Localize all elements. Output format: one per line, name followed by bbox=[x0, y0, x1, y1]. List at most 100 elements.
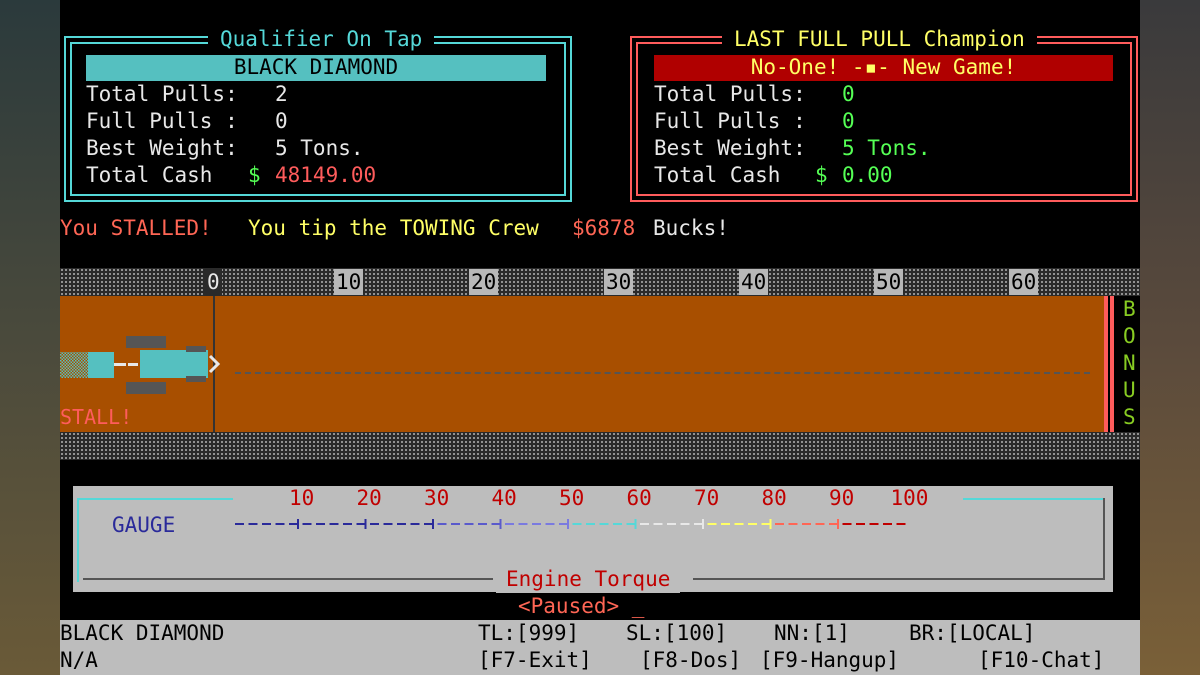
gauge-scale-number: 100 bbox=[890, 486, 929, 510]
f9-hangup-key[interactable]: [F9-Hangup] bbox=[760, 647, 899, 674]
torque-segment bbox=[545, 523, 555, 525]
torque-tick bbox=[432, 519, 434, 529]
torque-segment bbox=[505, 523, 514, 525]
tractor-icon bbox=[60, 336, 221, 394]
torque-segment bbox=[289, 523, 298, 525]
torque-segment bbox=[653, 523, 663, 525]
qualifier-cash-symbol: $ bbox=[248, 163, 261, 187]
torque-tick bbox=[499, 519, 502, 529]
distance-marker: 20 bbox=[469, 269, 499, 295]
distance-marker: 60 bbox=[1009, 269, 1039, 295]
torque-segment bbox=[343, 523, 352, 525]
qualifier-total-cash-label: Total Cash bbox=[86, 163, 213, 187]
qualifier-total-pulls: 2 bbox=[275, 82, 288, 106]
torque-segment bbox=[721, 523, 730, 525]
torque-segment bbox=[842, 523, 852, 525]
gauge-scale-number: 40 bbox=[491, 486, 517, 510]
gauge-scale-number: 80 bbox=[761, 486, 787, 510]
pull-path bbox=[235, 372, 1090, 374]
distance-marker: 10 bbox=[334, 269, 364, 295]
torque-segment bbox=[856, 523, 865, 525]
distance-marker: 0 bbox=[205, 269, 222, 295]
game-screen: Qualifier On Tap BLACK DIAMOND Total Pul… bbox=[60, 0, 1140, 675]
status-location: N/A bbox=[60, 648, 98, 672]
gauge-scale-number: 10 bbox=[289, 486, 315, 510]
torque-segment bbox=[680, 523, 690, 525]
status-user: BLACK DIAMOND bbox=[60, 621, 225, 645]
champion-total-cash: 0.00 bbox=[842, 163, 893, 187]
paused-indicator: <Paused> _ bbox=[518, 594, 645, 618]
bonus-letter: S bbox=[1123, 405, 1136, 429]
gauge-scale-number: 30 bbox=[424, 486, 450, 510]
gauge-scale-number: 70 bbox=[694, 486, 720, 510]
stall-label: STALL! bbox=[60, 405, 133, 429]
qualifier-total-cash: 48149.00 bbox=[275, 163, 377, 187]
track-bottom-edge bbox=[60, 432, 1140, 460]
status-baud-rate: BR:[LOCAL] bbox=[909, 621, 1036, 645]
finish-line-1 bbox=[1104, 296, 1108, 432]
torque-segment bbox=[302, 523, 312, 525]
champion-total-pulls-label: Total Pulls: bbox=[654, 82, 806, 106]
tip-suffix-text: Bucks! bbox=[653, 216, 729, 240]
champion-best-weight: 5 Tons. bbox=[842, 136, 931, 160]
gauge-scale-number: 90 bbox=[829, 486, 855, 510]
tip-prefix-text: You tip the TOWING Crew bbox=[248, 216, 539, 240]
torque-segment bbox=[559, 523, 568, 525]
tip-amount: $6878 bbox=[572, 216, 636, 240]
torque-segment bbox=[586, 523, 595, 525]
torque-segment bbox=[748, 523, 757, 525]
champion-title: LAST FULL PULL Champion bbox=[722, 26, 1037, 53]
f10-chat-key[interactable]: [F10-Chat] bbox=[978, 647, 1104, 674]
gauge-border-bottom-right bbox=[693, 578, 1105, 580]
torque-segment bbox=[532, 523, 541, 525]
torque-segment bbox=[640, 523, 649, 525]
distance-marker: 40 bbox=[739, 269, 769, 295]
torque-segment bbox=[275, 523, 285, 525]
champion-total-pulls: 0 bbox=[842, 82, 855, 106]
f8-dos-key[interactable]: [F8-Dos] bbox=[640, 647, 741, 674]
status-node: NN:[1] bbox=[774, 621, 850, 645]
torque-segment bbox=[626, 523, 636, 525]
torque-tick bbox=[567, 519, 569, 529]
f7-exit-key[interactable]: [F7-Exit] bbox=[478, 647, 592, 674]
torque-segment bbox=[667, 523, 676, 525]
torque-segment bbox=[316, 523, 325, 525]
champion-name: No-One! -▪- New Game! bbox=[750, 55, 1017, 79]
gauge-scale-number: 50 bbox=[559, 486, 585, 510]
torque-meter bbox=[235, 519, 906, 529]
torque-segment bbox=[235, 523, 244, 525]
torque-segment bbox=[613, 523, 622, 525]
qualifier-full-pulls: 0 bbox=[275, 109, 288, 133]
champion-cash-symbol: $ bbox=[815, 163, 828, 187]
torque-segment bbox=[734, 523, 744, 525]
stalled-text: You STALLED! bbox=[60, 216, 212, 240]
left-letterbox bbox=[0, 0, 60, 675]
torque-segment bbox=[775, 523, 784, 525]
torque-segment bbox=[464, 523, 474, 525]
gauge-label: GAUGE bbox=[112, 513, 176, 537]
torque-segment bbox=[883, 523, 892, 525]
bonus-letter: U bbox=[1123, 378, 1136, 402]
torque-tick bbox=[634, 519, 637, 529]
torque-segment bbox=[262, 523, 271, 525]
torque-tick bbox=[364, 519, 367, 529]
gauge-caption: Engine Torque bbox=[496, 566, 681, 593]
qualifier-title: Qualifier On Tap bbox=[208, 26, 435, 53]
torque-segment bbox=[356, 523, 366, 525]
torque-segment bbox=[491, 523, 501, 525]
torque-tick bbox=[837, 519, 839, 529]
bonus-letter: O bbox=[1123, 324, 1136, 348]
torque-segment bbox=[518, 523, 528, 525]
torque-tick bbox=[297, 519, 299, 529]
qualifier-best-weight: 5 Tons. bbox=[275, 136, 364, 160]
torque-segment bbox=[788, 523, 798, 525]
qualifier-full-pulls-label: Full Pulls : bbox=[86, 109, 238, 133]
torque-segment bbox=[572, 523, 582, 525]
bonus-letter: B bbox=[1123, 297, 1136, 321]
champion-total-cash-label: Total Cash bbox=[654, 163, 781, 187]
distance-marker: 30 bbox=[604, 269, 634, 295]
status-time-left: TL:[999] bbox=[478, 621, 580, 645]
champion-full-pulls-label: Full Pulls : bbox=[654, 109, 806, 133]
torque-segment bbox=[815, 523, 825, 525]
distance-marker: 50 bbox=[874, 269, 904, 295]
